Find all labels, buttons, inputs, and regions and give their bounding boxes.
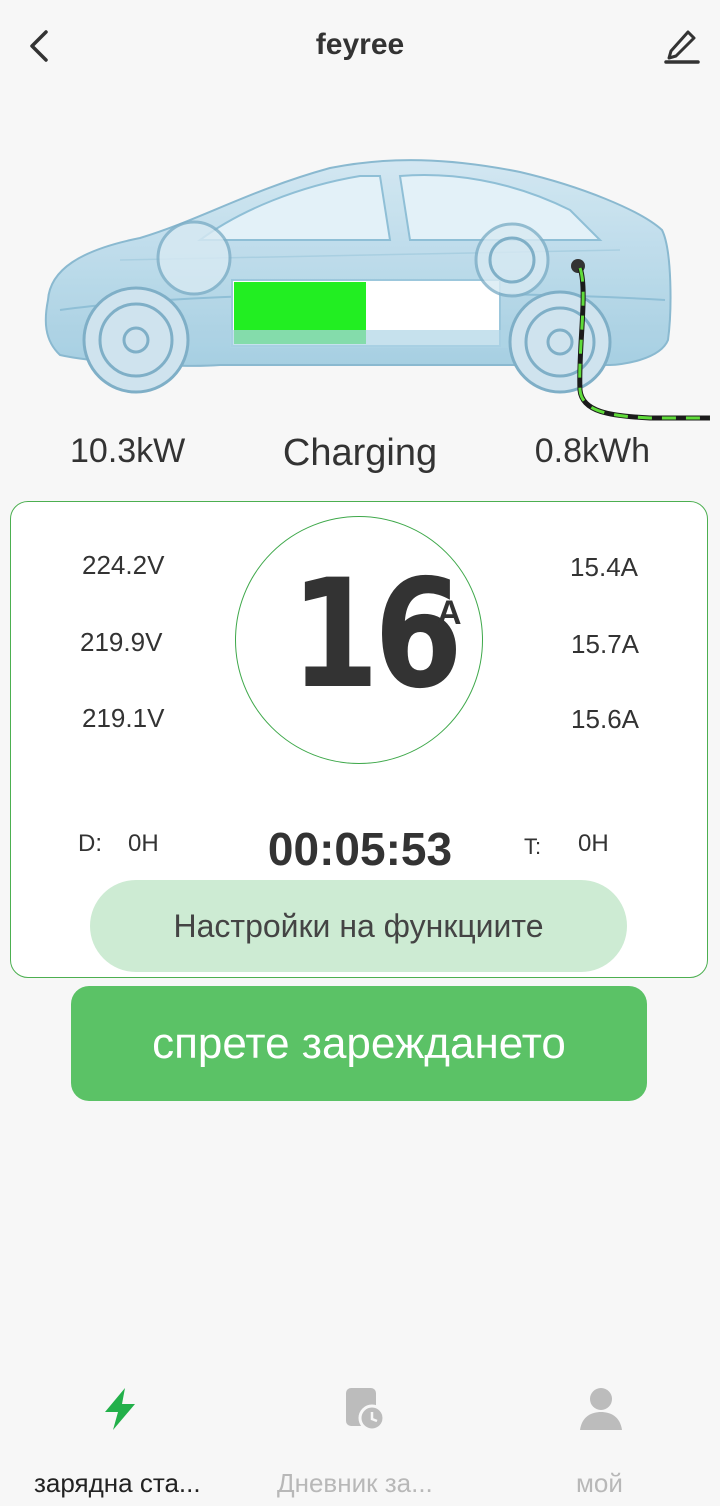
user-icon xyxy=(580,1388,622,1430)
car-illustration xyxy=(0,150,720,430)
current-l2: 15.7A xyxy=(571,629,639,659)
log-clock-icon xyxy=(346,1388,386,1432)
battery-pack xyxy=(230,279,520,348)
edit-button[interactable] xyxy=(660,26,704,66)
nav-item-log[interactable]: Дневник за... xyxy=(240,1370,480,1506)
nav-item-charging-station[interactable]: зарядна ста... xyxy=(0,1370,240,1506)
voltage-l1: 224.2V xyxy=(82,550,165,580)
page-title: feyree xyxy=(315,28,405,61)
lightning-icon xyxy=(105,1388,135,1430)
voltage-l3: 219.1V xyxy=(82,703,165,733)
stop-charging-button[interactable]: спрете зареждането xyxy=(71,986,647,1101)
nav-label-log: Дневник за... xyxy=(277,1468,433,1498)
current-setting-value: 16 xyxy=(290,548,463,722)
current-setting-unit: A xyxy=(437,594,462,632)
nav-item-profile[interactable]: мой xyxy=(480,1370,720,1506)
pencil-icon xyxy=(664,30,700,64)
current-l3: 15.6A xyxy=(571,704,639,734)
elapsed-time: 00:05:53 xyxy=(267,823,453,875)
energy-reading: 0.8kWh xyxy=(534,432,650,470)
function-settings-button[interactable]: Настройки на функциите xyxy=(90,880,627,972)
nav-label-profile: мой xyxy=(576,1468,623,1498)
nav-label-charging-station: зарядна ста... xyxy=(34,1468,201,1498)
current-l1: 15.4A xyxy=(570,552,638,582)
voltage-l2: 219.9V xyxy=(80,627,163,657)
timer-label: T: xyxy=(524,834,542,859)
timer-value: 0H xyxy=(578,830,609,857)
